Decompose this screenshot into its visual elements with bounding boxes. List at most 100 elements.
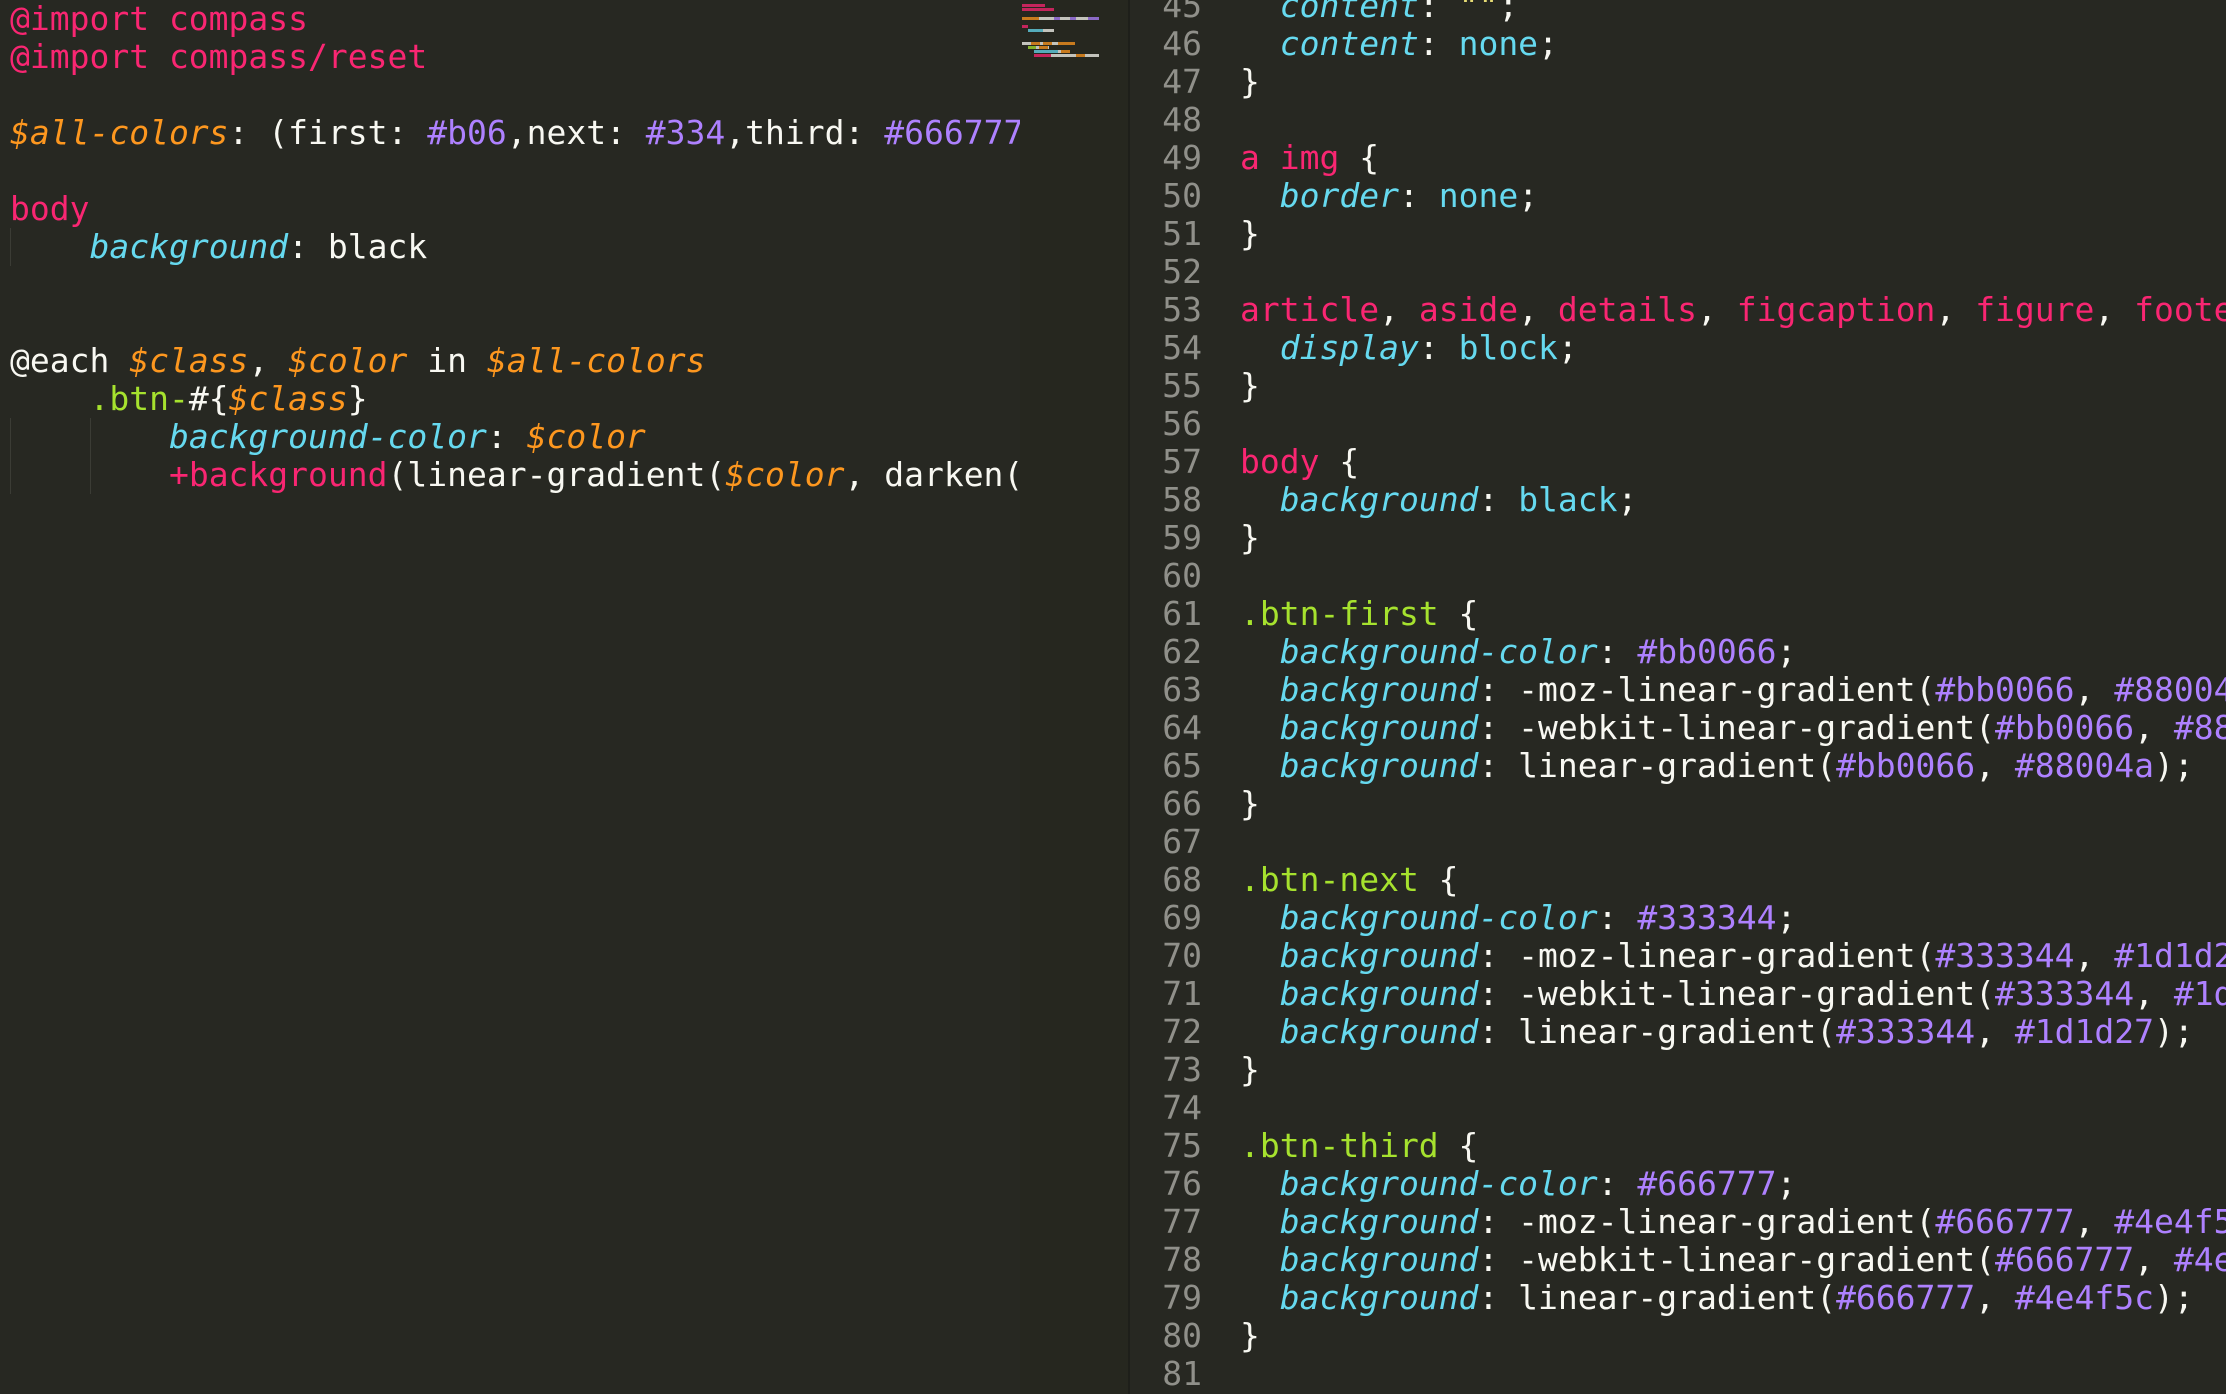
code-line[interactable]: 47} xyxy=(1130,63,2226,101)
code-line[interactable]: 71 background: -webkit-linear-gradient(#… xyxy=(1130,975,2226,1013)
code-line[interactable]: 62 background-color: #bb0066; xyxy=(1130,633,2226,671)
code-line[interactable]: @import compass/reset xyxy=(0,38,1020,76)
code-line[interactable]: 50 border: none; xyxy=(1130,177,2226,215)
code-line[interactable] xyxy=(0,304,1020,342)
code-token: background xyxy=(1279,1278,1479,1317)
code-line[interactable] xyxy=(0,76,1020,114)
line-number: 71 xyxy=(1162,974,1202,1013)
code-line[interactable]: 51} xyxy=(1130,215,2226,253)
line-text: background-color: #bb0066; xyxy=(1240,633,1797,671)
code-line[interactable]: 60 xyxy=(1130,557,2226,595)
line-number: 47 xyxy=(1162,62,1202,101)
code-token: background xyxy=(1279,936,1479,975)
code-line[interactable]: .btn-#{$class} xyxy=(0,380,1020,418)
line-text: background: linear-gradient(#bb0066, #88… xyxy=(1240,747,2194,785)
line-number: 49 xyxy=(1162,138,1202,177)
code-token: #bb0066 xyxy=(1995,708,2135,747)
code-line[interactable]: 52 xyxy=(1130,253,2226,291)
code-token: ,third: xyxy=(725,113,885,152)
code-line[interactable]: 78 background: -webkit-linear-gradient(#… xyxy=(1130,1241,2226,1279)
code-line[interactable]: 72 background: linear-gradient(#333344, … xyxy=(1130,1013,2226,1051)
code-line[interactable]: @each $class, $color in $all-colors xyxy=(0,342,1020,380)
code-line[interactable]: background-color: $color xyxy=(0,418,1020,456)
code-line[interactable]: 75 .btn-third { xyxy=(1130,1127,2226,1165)
line-number: 78 xyxy=(1162,1240,1202,1279)
code-line[interactable]: 55} xyxy=(1130,367,2226,405)
code-line[interactable]: 70 background: -moz-linear-gradient(#333… xyxy=(1130,937,2226,975)
minimap-line xyxy=(1076,16,1088,20)
line-text: } xyxy=(1240,1051,1260,1089)
code-line[interactable]: 80} xyxy=(1130,1317,2226,1355)
code-line[interactable]: 63 background: -moz-linear-gradient(#bb0… xyxy=(1130,671,2226,709)
code-token: @import compass xyxy=(10,0,309,38)
code-token: $all-colors xyxy=(10,113,229,152)
code-token: : (first: xyxy=(228,113,428,152)
line-text: background-color: #666777; xyxy=(1240,1165,1797,1203)
css-output-code[interactable]: 45 content: ""; 46 content: none; 47} 48 49 a… xyxy=(1130,0,2226,1393)
code-line[interactable]: 58 background: black; xyxy=(1130,481,2226,519)
code-token: in xyxy=(407,341,487,380)
code-line[interactable]: body xyxy=(0,190,1020,228)
code-token: #4e4f5c xyxy=(2173,1240,2226,1279)
code-line[interactable]: 49 a img { xyxy=(1130,139,2226,177)
code-line[interactable]: 77 background: -moz-linear-gradient(#666… xyxy=(1130,1203,2226,1241)
code-line[interactable]: 61 .btn-first { xyxy=(1130,595,2226,633)
code-token: : linear-gradient( xyxy=(1478,1278,1837,1317)
code-token: , xyxy=(1379,290,1419,329)
code-line[interactable]: 45 content: ""; xyxy=(1130,0,2226,25)
code-token: } xyxy=(347,379,368,418)
code-line[interactable]: 64 background: -webkit-linear-gradient(#… xyxy=(1130,709,2226,747)
code-token: @import compass/reset xyxy=(10,37,428,76)
code-line[interactable]: +background(linear-gradient($color, dark… xyxy=(0,456,1020,494)
code-line[interactable]: 81 xyxy=(1130,1355,2226,1393)
line-number: 79 xyxy=(1162,1278,1202,1317)
code-line[interactable]: background: black xyxy=(0,228,1020,266)
line-number: 72 xyxy=(1162,1012,1202,1051)
code-line[interactable]: 65 background: linear-gradient(#bb0066, … xyxy=(1130,747,2226,785)
code-line[interactable] xyxy=(0,152,1020,190)
code-line[interactable]: 66} xyxy=(1130,785,2226,823)
code-token: figure xyxy=(1975,290,2095,329)
code-line[interactable]: @import compass xyxy=(0,0,1020,38)
line-number: 64 xyxy=(1162,708,1202,747)
code-token: ); xyxy=(2153,1012,2194,1051)
css-output-pane[interactable]: 45 content: ""; 46 content: none; 47} 48 49 a… xyxy=(1128,0,2226,1394)
code-line[interactable]: 46 content: none; xyxy=(1130,25,2226,63)
code-line[interactable]: 56 xyxy=(1130,405,2226,443)
minimap-line xyxy=(1050,54,1076,58)
code-line[interactable]: 69 background-color: #333344; xyxy=(1130,899,2226,937)
minimap-line xyxy=(1088,16,1099,20)
code-line[interactable]: 59} xyxy=(1130,519,2226,557)
code-line[interactable]: 68 .btn-next { xyxy=(1130,861,2226,899)
code-token: ; xyxy=(1498,0,1519,25)
line-text: background: -moz-linear-gradient(#333344… xyxy=(1240,937,2226,975)
sass-editor-pane[interactable]: @import compass @import compass/reset $all… xyxy=(0,0,1020,1394)
code-line[interactable]: $all-colors: (first: #b06,next: #334,thi… xyxy=(0,114,1020,152)
code-token: } xyxy=(1240,62,1260,101)
code-line[interactable]: 79 background: linear-gradient(#666777, … xyxy=(1130,1279,2226,1317)
code-line[interactable]: 67 xyxy=(1130,823,2226,861)
sass-source-code[interactable]: @import compass @import compass/reset $all… xyxy=(0,0,1020,494)
code-line[interactable]: 74 xyxy=(1130,1089,2226,1127)
minimap-line xyxy=(1022,4,1045,7)
code-line[interactable]: 48 xyxy=(1130,101,2226,139)
code-line[interactable] xyxy=(0,266,1020,304)
code-line[interactable]: 53 article, aside, details, figcaption, f… xyxy=(1130,291,2226,329)
code-token: +background xyxy=(168,455,388,494)
code-token: a img xyxy=(1240,138,1340,177)
code-token: : linear-gradient( xyxy=(1478,746,1837,785)
code-line[interactable]: 54 display: block; xyxy=(1130,329,2226,367)
code-token: ; xyxy=(1617,480,1638,519)
code-line[interactable]: 73} xyxy=(1130,1051,2226,1089)
code-line[interactable]: 57 body { xyxy=(1130,443,2226,481)
minimap[interactable] xyxy=(1020,0,1128,1394)
code-line[interactable]: 76 background-color: #666777; xyxy=(1130,1165,2226,1203)
line-text: } xyxy=(1240,1317,1260,1355)
line-number: 52 xyxy=(1162,252,1202,291)
code-token: : xyxy=(1418,24,1459,63)
